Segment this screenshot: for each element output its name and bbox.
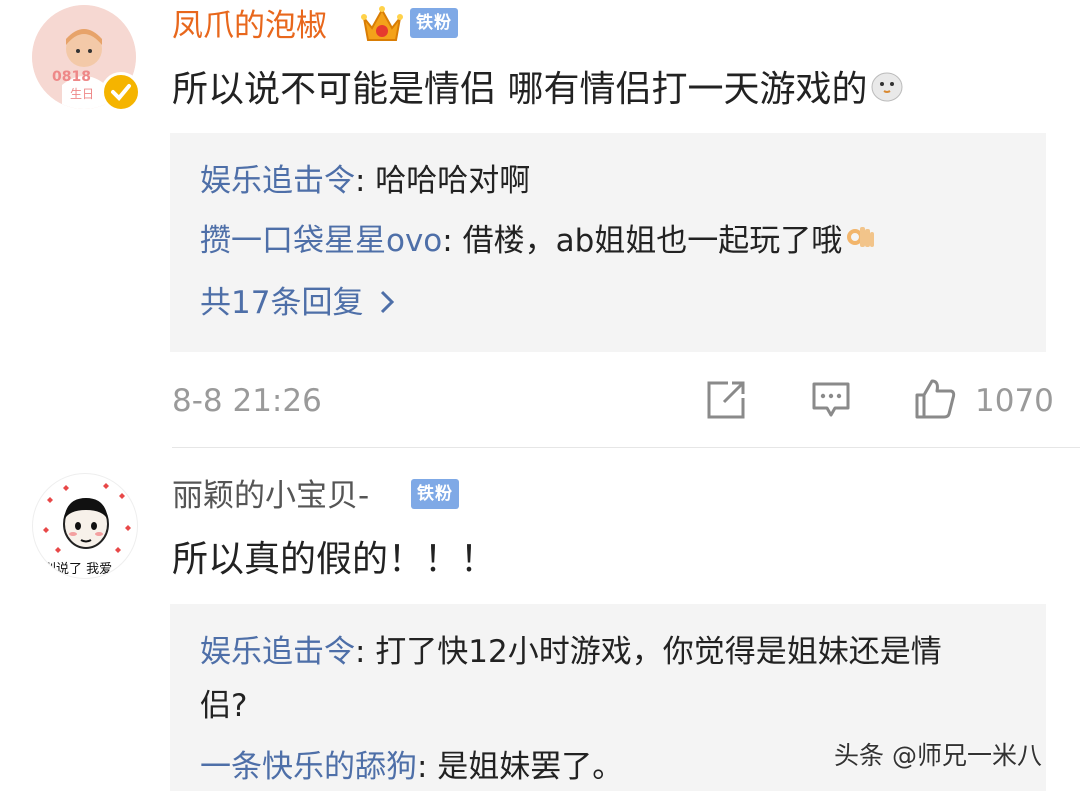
reply-text-continued: 侣? <box>200 688 248 724</box>
comment-text-content: 所以说不可能是情侣 哪有情侣打一天游戏的 <box>172 69 868 110</box>
thumbs-up-icon <box>913 377 957 425</box>
username[interactable]: 丽颖的小宝贝- <box>172 476 369 516</box>
reply-item[interactable]: 娱乐追击令: 打了快12小时游戏，你觉得是姐妹还是情 <box>200 630 942 674</box>
reply-text: : 打了快12小时游戏，你觉得是姐妹还是情 <box>355 634 942 670</box>
more-replies-link[interactable]: 共17条回复 <box>200 281 395 327</box>
crown-icon <box>360 4 404 50</box>
divider <box>172 447 1080 448</box>
comment-text: 所以真的假的！！！ <box>172 539 497 580</box>
fan-badge: 铁粉 <box>410 8 458 38</box>
avatar-caption: 生日 <box>70 87 95 101</box>
reply-author[interactable]: 娱乐追击令 <box>200 634 355 670</box>
comment-text: 所以说不可能是情侣 哪有情侣打一天游戏的 <box>172 66 905 116</box>
ok-hand-emoji-icon <box>844 221 876 265</box>
chevron-right-icon <box>379 283 395 327</box>
reply-item[interactable]: 一条快乐的舔狗: 是姐妹罢了。 <box>200 745 623 789</box>
reply-text: : 借楼，ab姐姐也一起玩了哦 <box>442 223 843 259</box>
like-count: 1070 <box>975 383 1054 419</box>
comment-time: 8-8 21:26 <box>172 383 322 419</box>
reply-item[interactable]: 娱乐追击令: 哈哈哈对啊 <box>200 159 530 203</box>
comment-icon[interactable] <box>811 380 851 424</box>
emoji-icon <box>869 67 905 116</box>
username[interactable]: 凤爪的泡椒 <box>172 6 327 46</box>
reply-box[interactable]: 娱乐追击令: 哈哈哈对啊 攒一口袋星星ovo: 借楼，ab姐姐也一起玩了哦 共1… <box>170 133 1046 352</box>
reply-text: : 是姐妹罢了。 <box>417 749 624 785</box>
reply-author[interactable]: 一条快乐的舔狗 <box>200 749 417 785</box>
more-replies-label: 共17条回复 <box>200 285 374 321</box>
fan-badge: 铁粉 <box>411 479 459 509</box>
watermark: 头条 @师兄一米八 <box>834 741 1042 770</box>
reply-item[interactable]: 攒一口袋星星ovo: 借楼，ab姐姐也一起玩了哦 <box>200 219 876 265</box>
reply-author[interactable]: 娱乐追击令 <box>200 163 355 199</box>
reply-author[interactable]: 攒一口袋星星ovo <box>200 223 442 259</box>
share-icon[interactable] <box>706 380 746 424</box>
reply-text: : 哈哈哈对啊 <box>355 163 531 199</box>
avatar-caption: 别说了 我爱 <box>43 562 113 577</box>
verified-icon <box>101 72 141 112</box>
avatar[interactable]: 别说了 我爱 <box>32 473 138 579</box>
avatar-caption: 0818 <box>52 69 91 85</box>
